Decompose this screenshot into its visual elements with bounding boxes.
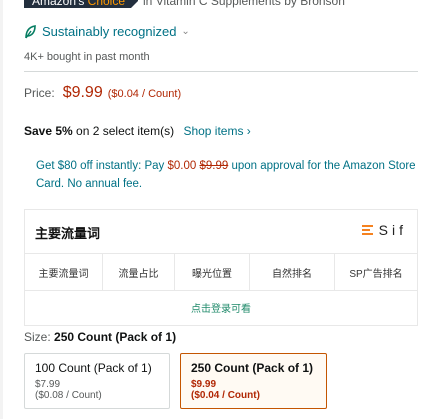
save-text: on 2 select item(s) <box>76 124 175 138</box>
save-percent: Save 5% <box>24 124 73 138</box>
sif-bars-icon <box>361 223 373 237</box>
chevron-down-icon: ⌄ <box>181 26 190 37</box>
badge-category[interactable]: in Vitamin C Supplements by Bronson <box>143 0 345 8</box>
option-price: $9.99 <box>191 379 217 390</box>
column-header: 自然排名 <box>250 254 335 290</box>
save-row: Save 5% on 2 select item(s) Shop items › <box>24 124 251 138</box>
bought-count: 4K+ bought in past month <box>24 51 150 63</box>
option-name: 100 Count (Pack of 1) <box>35 361 152 375</box>
size-option-100-count[interactable]: 100 Count (Pack of 1) $7.99 ($0.08 / Cou… <box>24 353 170 409</box>
sif-brand: Sif <box>378 222 407 238</box>
login-to-view-link[interactable]: 点击登录可看 <box>25 289 417 325</box>
promo-text-1: Get $80 off instantly: Pay <box>36 160 165 172</box>
column-header: SP广告排名 <box>349 268 403 280</box>
shop-items-link[interactable]: Shop items › <box>183 124 250 138</box>
sif-keyword-panel: 主要流量词 Sif 主要流量词 流量占比 曝光位置 自然排名 SP广告排名 点击… <box>24 209 418 326</box>
panel-title: 主要流量词 <box>35 226 101 241</box>
size-value: 250 Count (Pack of 1) <box>54 330 177 344</box>
sif-logo[interactable]: Sif <box>361 222 407 238</box>
price-value: $9.99 <box>62 84 103 101</box>
store-card-promo[interactable]: Get $80 off instantly: Pay $0.00 $9.99 u… <box>36 157 416 193</box>
option-price: $7.99 <box>35 379 61 390</box>
left-edge-shadow <box>0 0 3 419</box>
badge-highlight: Choice <box>87 0 126 8</box>
leaf-icon <box>25 24 36 38</box>
column-header: 曝光位置 <box>175 254 250 290</box>
option-unit-price: ($0.04 / Count) <box>191 390 260 401</box>
column-header: 主要流量词 <box>25 254 103 290</box>
size-selection: Size: 250 Count (Pack of 1) <box>24 330 176 344</box>
price-row: Price: $9.99 ($0.04 / Count) <box>24 84 181 102</box>
keyword-table-header: 主要流量词 流量占比 曝光位置 自然排名 SP广告排名 <box>25 253 417 291</box>
sustainability-link[interactable]: Sustainably recognized ⌄ <box>24 24 190 39</box>
price-per-unit: ($0.04 / Count) <box>107 88 182 100</box>
badge-prefix: Amazon's <box>32 0 85 8</box>
promo-pay-amount: $0.00 <box>167 160 197 172</box>
option-unit-price: ($0.08 / Count) <box>35 390 102 401</box>
option-name: 250 Count (Pack of 1) <box>191 361 314 375</box>
size-option-250-count[interactable]: 250 Count (Pack of 1) $9.99 ($0.04 / Cou… <box>180 353 327 409</box>
price-label: Price: <box>24 86 55 100</box>
amazons-choice-badge[interactable]: Amazon's Choice <box>24 0 139 8</box>
size-label: Size: <box>24 330 51 344</box>
divider <box>24 71 418 72</box>
promo-strike-price: $9.99 <box>199 160 229 172</box>
sustainability-label: Sustainably recognized <box>42 24 177 39</box>
amazons-choice-row: Amazon's Choice in Vitamin C Supplements… <box>24 0 345 8</box>
column-header: 流量占比 <box>103 254 175 290</box>
